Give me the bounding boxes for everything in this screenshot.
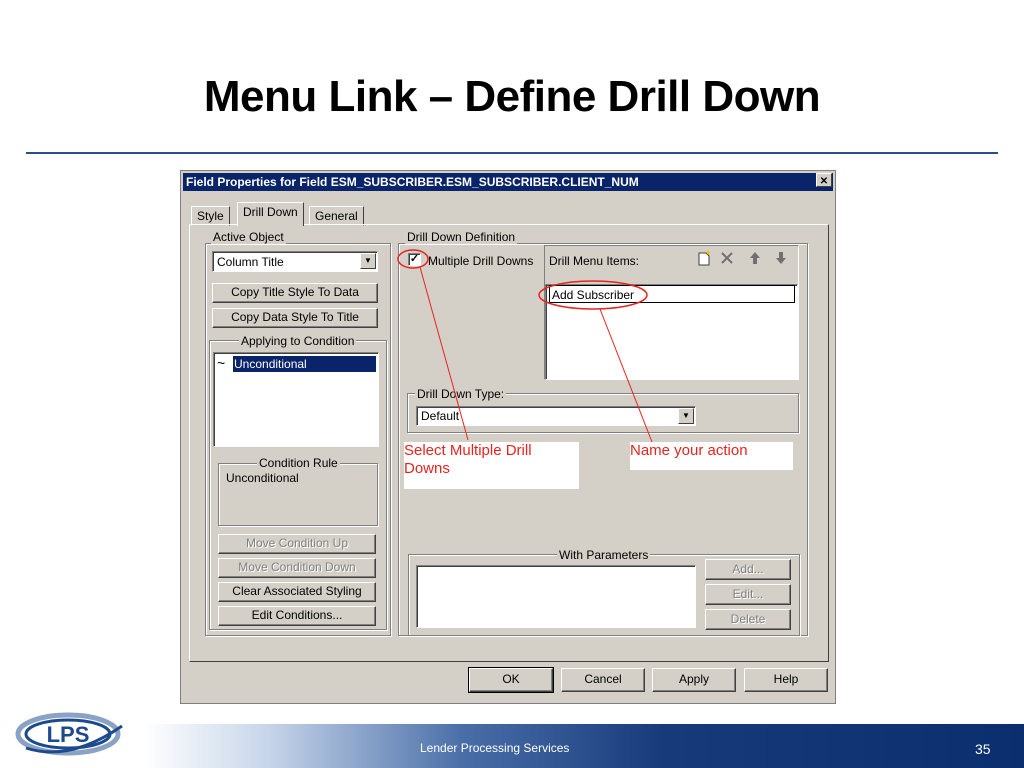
page-number: 35 bbox=[975, 741, 991, 757]
svg-text:LPS: LPS bbox=[47, 722, 90, 747]
callout-leader-line bbox=[419, 266, 469, 441]
footer-company: Lender Processing Services bbox=[420, 741, 570, 755]
lps-logo: LPS bbox=[10, 706, 130, 758]
callout-leader-line bbox=[599, 308, 653, 443]
multiple-drill-callout: Select Multiple Drill Downs bbox=[404, 442, 579, 489]
annotation-overlay bbox=[397, 249, 653, 443]
multiple-drill-callout-text: Select Multiple Drill Downs bbox=[404, 442, 532, 477]
name-action-callout-text: Name your action bbox=[630, 442, 748, 459]
checkbox-highlight-ellipse bbox=[397, 249, 429, 269]
tab-drill-down[interactable]: Drill Down bbox=[237, 202, 304, 226]
name-action-callout: Name your action bbox=[630, 442, 793, 470]
menu-item-highlight-ellipse bbox=[538, 280, 648, 310]
